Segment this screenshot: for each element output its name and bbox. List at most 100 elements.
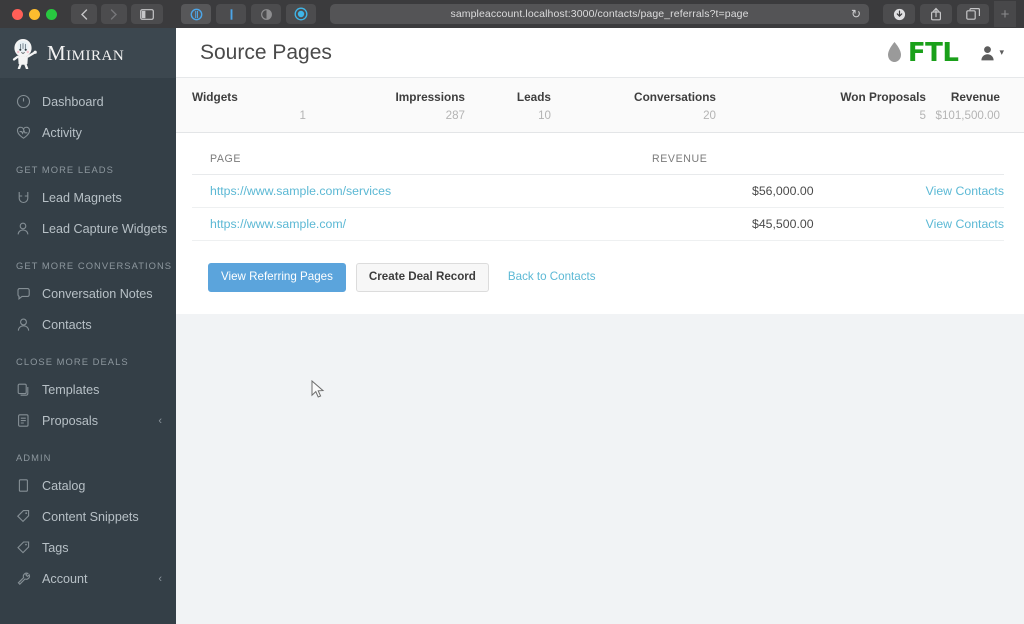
copy-icon-wrap bbox=[16, 382, 31, 397]
chevron-left-icon[interactable]: ‹ bbox=[158, 415, 162, 427]
flame-droplet-icon bbox=[887, 41, 901, 62]
copy-icon bbox=[17, 383, 29, 396]
navigation-buttons bbox=[71, 4, 163, 24]
stat-value: 10 bbox=[538, 109, 551, 122]
close-window-button[interactable] bbox=[12, 8, 23, 20]
tab-icon-2[interactable] bbox=[216, 4, 246, 24]
stat-revenue: Revenue $101,500.00 bbox=[928, 90, 1002, 122]
sidebar-item-contacts[interactable]: Contacts bbox=[0, 309, 176, 340]
source-pages-table: PAGE REVENUE https://www.sample.com/serv… bbox=[192, 133, 1004, 241]
heart-pulse-icon bbox=[16, 126, 31, 139]
maximize-window-button[interactable] bbox=[46, 8, 57, 20]
forward-button[interactable] bbox=[101, 4, 127, 24]
sidebar-item-label: Lead Magnets bbox=[42, 190, 122, 205]
sidebar-item-lead-capture-widgets[interactable]: Lead Capture Widgets bbox=[0, 213, 176, 244]
tab-icon-1[interactable] bbox=[181, 4, 211, 24]
window-controls[interactable] bbox=[6, 8, 65, 20]
stat-value: 5 bbox=[919, 109, 926, 122]
sidebar-item-label: Templates bbox=[42, 382, 100, 397]
brand-name: Mimiran bbox=[47, 40, 125, 65]
sidebar-toggle-button[interactable] bbox=[131, 4, 163, 24]
chevron-right-icon bbox=[110, 8, 117, 20]
page-url-link[interactable]: https://www.sample.com/ bbox=[210, 217, 346, 231]
sidebar-item-label: Lead Capture Widgets bbox=[42, 221, 168, 236]
sidebar-item-label: Proposals bbox=[42, 413, 99, 428]
back-to-contacts-link[interactable]: Back to Contacts bbox=[499, 263, 609, 292]
sidebar-item-label: Dashboard bbox=[42, 94, 104, 109]
cell-revenue: $45,500.00 bbox=[652, 207, 872, 241]
create-deal-record-button[interactable]: Create Deal Record bbox=[355, 263, 489, 292]
address-bar[interactable]: sampleaccount.localhost:3000/contacts/pa… bbox=[330, 4, 869, 24]
view-contacts-link[interactable]: View Contacts bbox=[926, 184, 1004, 198]
sidebar-item-label: Contacts bbox=[42, 317, 92, 332]
book-icon-wrap bbox=[16, 478, 31, 493]
account-logo-text: FTL bbox=[907, 37, 959, 68]
wrench-icon bbox=[17, 572, 30, 585]
page-title: Source Pages bbox=[200, 40, 332, 64]
column-header-revenue: REVENUE bbox=[652, 133, 872, 175]
stat-label: Won Proposals bbox=[840, 90, 926, 104]
stat-leads: Leads 10 bbox=[467, 90, 553, 122]
table-row: https://www.sample.com/ $45,500.00 View Co… bbox=[192, 207, 1004, 241]
action-buttons: View Referring Pages Create Deal Record … bbox=[192, 241, 1004, 314]
back-button[interactable] bbox=[71, 4, 97, 24]
header-right: FTL ▾ bbox=[886, 38, 1004, 68]
user-menu[interactable]: ▾ bbox=[980, 45, 1004, 61]
share-icon bbox=[931, 7, 942, 21]
sidebar-item-label: Activity bbox=[42, 125, 82, 140]
cell-actions: View Contacts bbox=[872, 207, 1004, 241]
document-icon-wrap bbox=[16, 413, 31, 428]
tab-icon-4[interactable] bbox=[286, 4, 316, 24]
toolbar-right-buttons: + bbox=[883, 1, 1016, 27]
view-contacts-link[interactable]: View Contacts bbox=[926, 217, 1004, 231]
reload-icon[interactable]: ↻ bbox=[851, 8, 861, 20]
page-url-link[interactable]: https://www.sample.com/services bbox=[210, 184, 391, 198]
sidebar-toggle-icon bbox=[140, 8, 154, 20]
user-avatar-icon bbox=[981, 45, 995, 60]
tag-icon-wrap bbox=[16, 540, 31, 555]
sidebar-item-proposals[interactable]: Proposals ‹ bbox=[0, 405, 176, 436]
sidebar-item-catalog[interactable]: Catalog bbox=[0, 470, 176, 501]
stat-won-proposals: Won Proposals 5 bbox=[718, 90, 928, 122]
stat-label: Leads bbox=[516, 90, 551, 104]
book-icon bbox=[18, 479, 28, 492]
magnet-icon-wrap bbox=[16, 190, 31, 205]
tab-overview-button[interactable] bbox=[957, 4, 989, 24]
sidebar-item-conversation-notes[interactable]: Conversation Notes bbox=[0, 278, 176, 309]
contacts-icon-wrap bbox=[16, 317, 31, 332]
sidebar-item-tags[interactable]: Tags bbox=[0, 532, 176, 563]
new-tab-button[interactable]: + bbox=[994, 1, 1016, 27]
tab-overview-icon bbox=[966, 7, 980, 20]
tag-outline-icon-wrap bbox=[16, 509, 31, 524]
cell-revenue: $56,000.00 bbox=[652, 174, 872, 208]
stat-label: Revenue bbox=[950, 90, 1000, 104]
vertical-bar-icon bbox=[230, 8, 232, 20]
sidebar-item-content-snippets[interactable]: Content Snippets bbox=[0, 501, 176, 532]
stat-value: 1 bbox=[299, 109, 306, 122]
view-referring-pages-button[interactable]: View Referring Pages bbox=[208, 263, 346, 292]
sidebar-item-templates[interactable]: Templates bbox=[0, 374, 176, 405]
browser-toolbar: sampleaccount.localhost:3000/contacts/pa… bbox=[0, 0, 1024, 28]
sidebar-item-activity[interactable]: Activity bbox=[0, 117, 176, 148]
sidebar: Mimiran Dashboard Activity GET MORE LEADS L… bbox=[0, 28, 176, 624]
tab-icon-3[interactable] bbox=[251, 4, 281, 24]
sidebar-item-label: Content Snippets bbox=[42, 509, 139, 524]
sidebar-item-account[interactable]: Account ‹ bbox=[0, 563, 176, 594]
table-row: https://www.sample.com/services $56,000.0… bbox=[192, 174, 1004, 208]
chevron-down-icon: ▾ bbox=[999, 47, 1004, 57]
stat-widgets: Widgets 1 bbox=[192, 90, 322, 122]
sidebar-item-lead-magnets[interactable]: Lead Magnets bbox=[0, 182, 176, 213]
stat-impressions: Impressions 287 bbox=[322, 90, 467, 122]
brand-logo[interactable]: Mimiran bbox=[0, 28, 176, 78]
url-text: sampleaccount.localhost:3000/contacts/pa… bbox=[450, 8, 749, 20]
tag-icon bbox=[17, 541, 30, 554]
sidebar-item-dashboard[interactable]: Dashboard bbox=[0, 86, 176, 117]
speedometer-icon bbox=[16, 94, 31, 109]
chat-bubble-icon bbox=[17, 288, 30, 300]
chevron-left-icon[interactable]: ‹ bbox=[158, 573, 162, 585]
downloads-button[interactable] bbox=[883, 4, 915, 24]
share-button[interactable] bbox=[920, 4, 952, 24]
minimize-window-button[interactable] bbox=[29, 8, 40, 20]
sidebar-item-label: Catalog bbox=[42, 478, 86, 493]
sidebar-section-header: GET MORE LEADS bbox=[16, 164, 114, 175]
